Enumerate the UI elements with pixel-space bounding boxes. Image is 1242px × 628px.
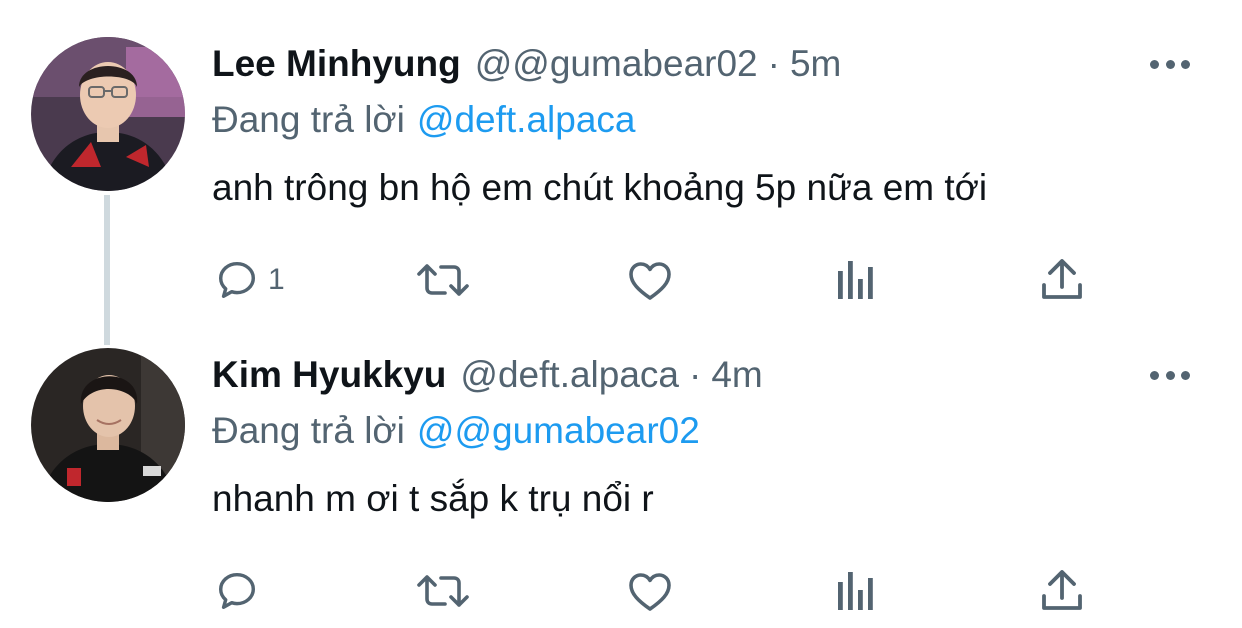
- tweet-actions: [0, 563, 1242, 619]
- share-icon: [1042, 259, 1082, 299]
- share-button[interactable]: [1040, 252, 1084, 308]
- like-button[interactable]: [626, 563, 674, 619]
- share-icon: [1042, 570, 1082, 610]
- replying-to: Đang trả lời @deft.alpaca: [212, 94, 636, 146]
- timestamp[interactable]: 4m: [711, 347, 762, 403]
- retweet-icon: [417, 575, 469, 607]
- reply-button[interactable]: 1: [214, 252, 285, 308]
- user-avatar-photo-icon: [31, 348, 185, 502]
- views-icon: [838, 572, 873, 610]
- replying-handle-link[interactable]: @@gumabear02: [417, 410, 700, 451]
- tweet-text: anh trông bn hộ em chút khoảng 5p nữa em…: [212, 167, 988, 208]
- user-avatar-photo-icon: [31, 37, 185, 191]
- like-button[interactable]: [626, 252, 674, 308]
- tweet[interactable]: Kim Hyukkyu @deft.alpaca · 4m Đang trả l…: [0, 347, 1242, 628]
- avatar[interactable]: [31, 348, 185, 502]
- tweet[interactable]: Lee Minhyung @@gumabear02 · 5m Đang trả …: [0, 36, 1242, 300]
- reply-icon: [218, 572, 256, 610]
- reply-button[interactable]: [214, 563, 268, 619]
- views-icon: [838, 261, 873, 299]
- replying-handle-link[interactable]: @deft.alpaca: [417, 99, 636, 140]
- separator: ·: [689, 354, 702, 395]
- display-name[interactable]: Lee Minhyung: [212, 36, 461, 92]
- replying-to: Đang trả lời @@gumabear02: [212, 405, 700, 457]
- replying-label: Đang trả lời: [212, 99, 405, 140]
- tweet-header: Lee Minhyung @@gumabear02 · 5m: [212, 36, 841, 92]
- retweet-button[interactable]: [415, 563, 471, 619]
- user-handle[interactable]: @@gumabear02: [475, 36, 758, 92]
- reply-icon: [218, 261, 256, 299]
- tweet-header: Kim Hyukkyu @deft.alpaca · 4m: [212, 347, 763, 403]
- avatar[interactable]: [31, 37, 185, 191]
- views-button[interactable]: [836, 563, 876, 619]
- views-button[interactable]: [836, 252, 876, 308]
- display-name[interactable]: Kim Hyukkyu: [212, 347, 446, 403]
- more-icon[interactable]: [1150, 367, 1190, 383]
- tweet-text: nhanh m ơi t sắp k trụ nổi r: [212, 478, 654, 519]
- like-icon: [629, 262, 671, 300]
- like-icon: [629, 573, 671, 611]
- tweet-actions: 1: [0, 252, 1242, 308]
- retweet-button[interactable]: [415, 252, 471, 308]
- more-icon[interactable]: [1150, 56, 1190, 72]
- retweet-icon: [417, 264, 469, 296]
- timestamp[interactable]: 5m: [790, 36, 841, 92]
- replying-label: Đang trả lời: [212, 410, 405, 451]
- share-button[interactable]: [1040, 563, 1084, 619]
- separator: ·: [767, 43, 780, 84]
- user-handle[interactable]: @deft.alpaca: [460, 347, 679, 403]
- reply-count: 1: [268, 263, 285, 296]
